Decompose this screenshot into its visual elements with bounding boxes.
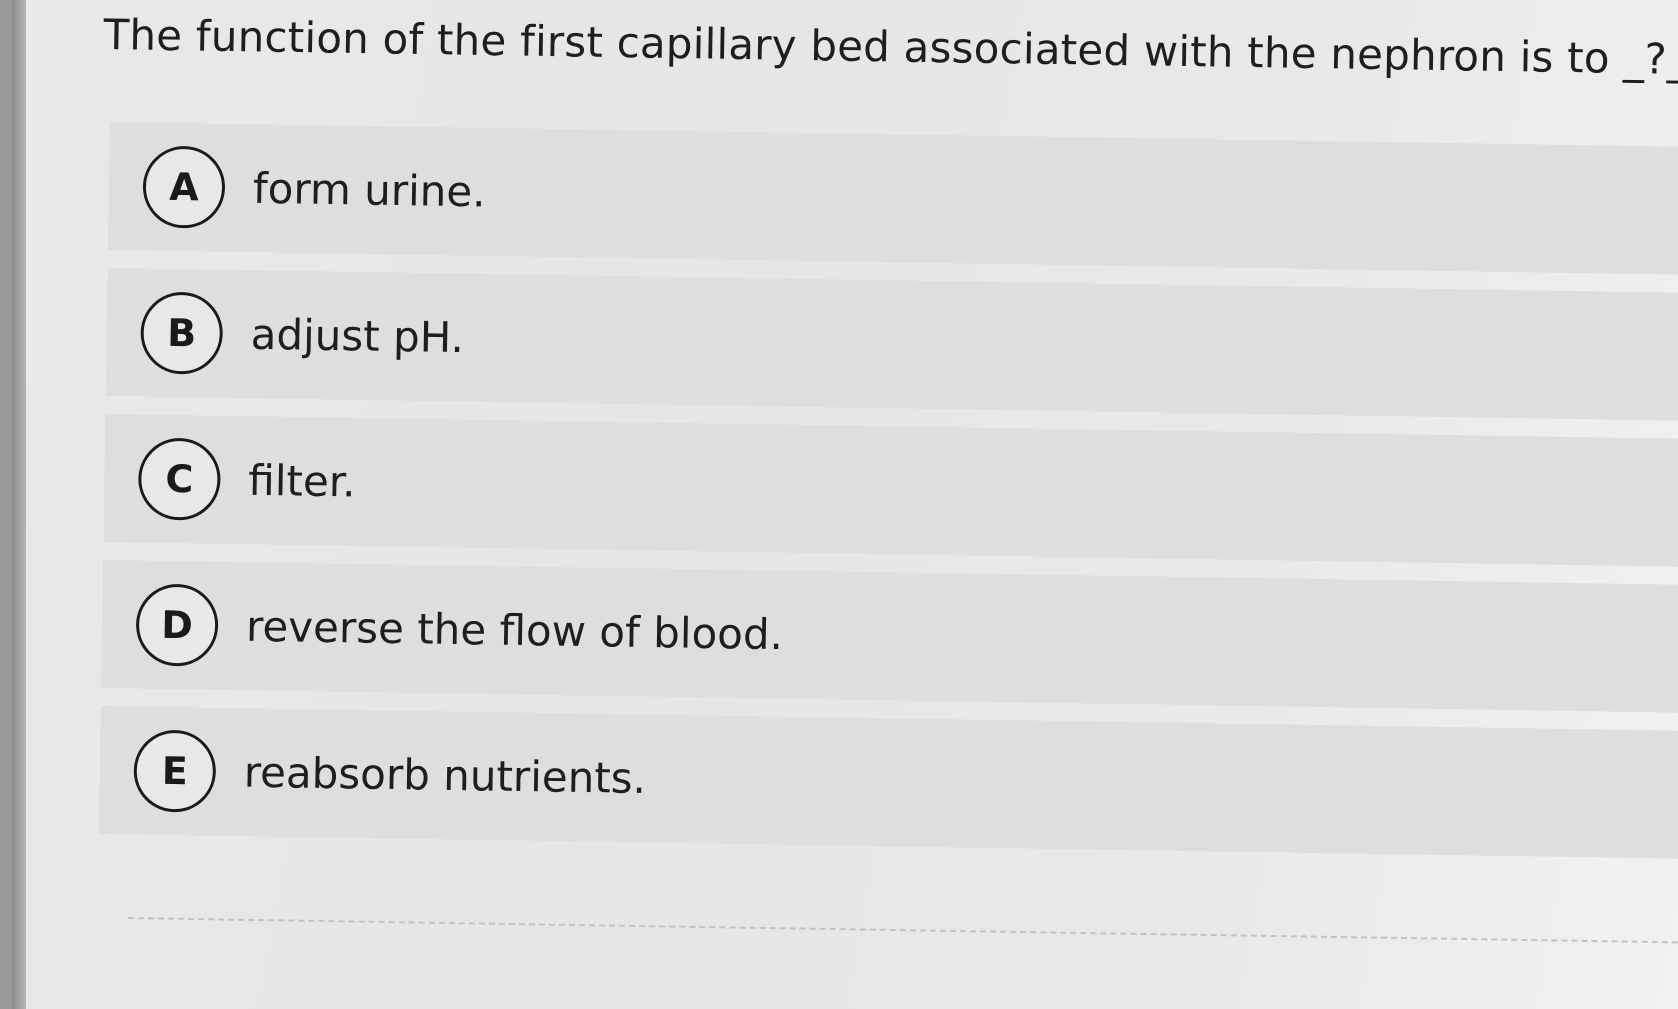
option-b[interactable]: B adjust pH. xyxy=(105,267,1678,422)
option-letter-badge: C xyxy=(137,437,222,521)
dashed-divider xyxy=(127,917,1678,944)
option-label: reverse the flow of blood. xyxy=(245,601,784,660)
option-c[interactable]: C filter. xyxy=(103,413,1678,568)
option-a[interactable]: A form urine. xyxy=(107,122,1678,276)
screen-bezel xyxy=(12,0,26,1009)
option-label: form urine. xyxy=(252,163,486,217)
quiz-screen: The function of the first capillary bed … xyxy=(12,0,1678,1009)
option-label: reabsorb nutrients. xyxy=(243,747,647,803)
option-d[interactable]: D reverse the flow of blood. xyxy=(101,559,1678,714)
option-letter-badge: E xyxy=(133,729,217,813)
option-label: adjust pH. xyxy=(250,309,465,363)
question-text: The function of the first capillary bed … xyxy=(103,10,1678,84)
option-letter-badge: D xyxy=(135,583,219,667)
option-label: filter. xyxy=(248,455,356,507)
option-e[interactable]: E reabsorb nutrients. xyxy=(98,705,1678,860)
answer-options: A form urine. B adjust pH. C filter. D r… xyxy=(98,122,1678,877)
option-letter-badge: B xyxy=(140,291,224,375)
option-letter-badge: A xyxy=(142,145,226,229)
